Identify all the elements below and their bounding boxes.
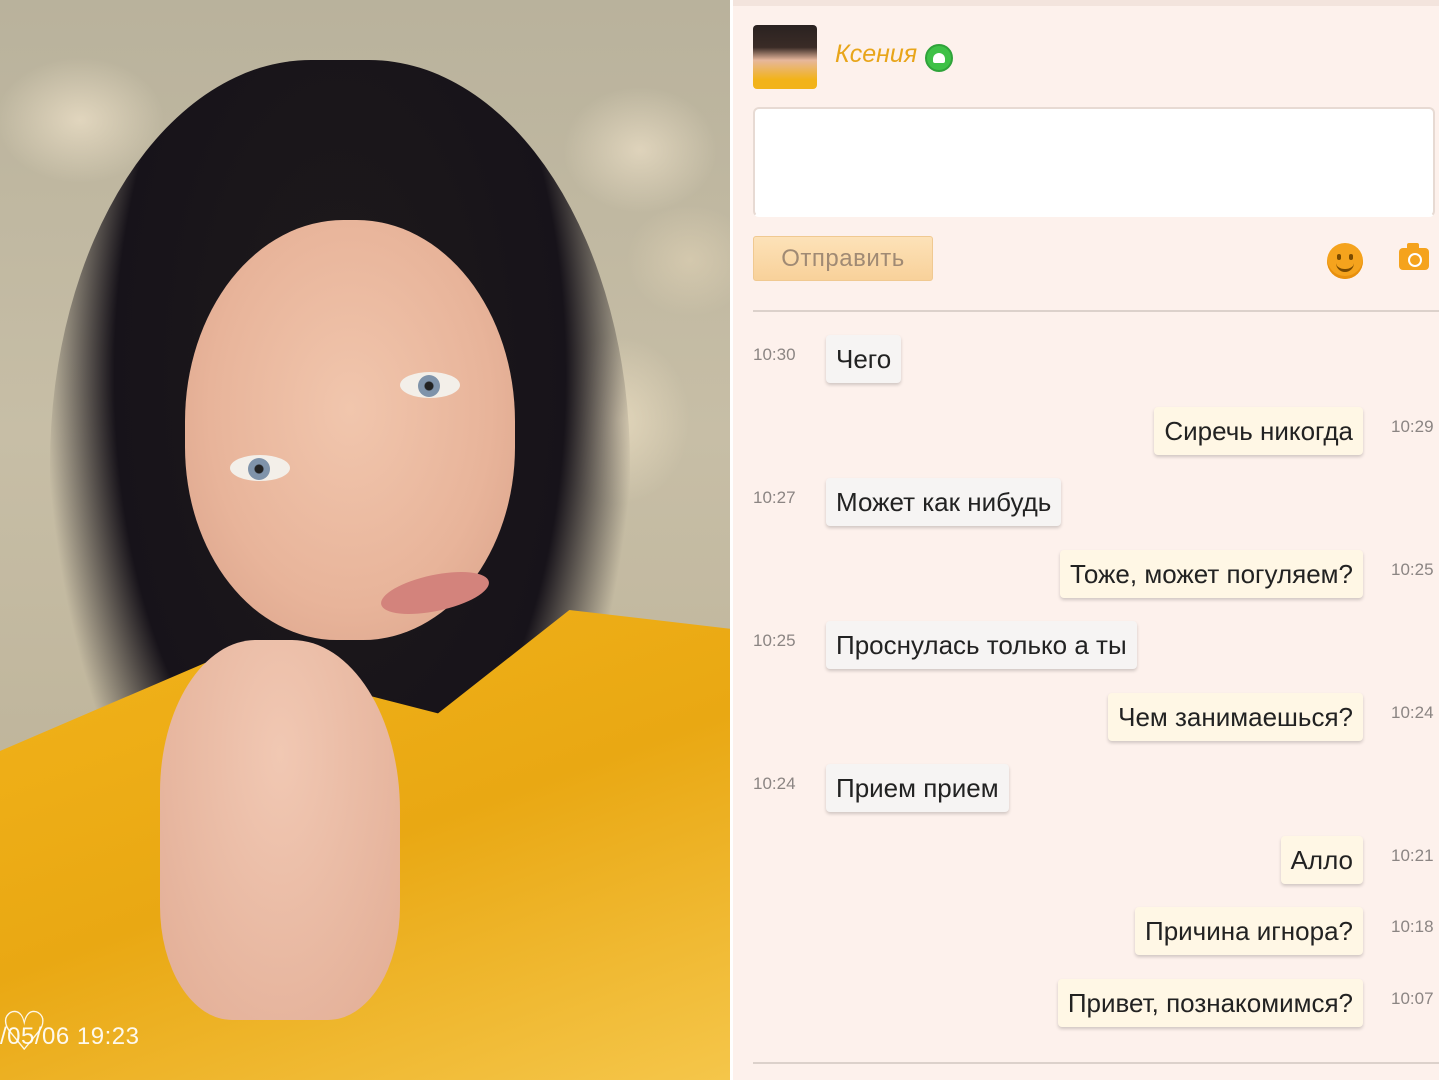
message-time: 10:07 bbox=[1391, 989, 1434, 1008]
outgoing-message[interactable]: Чем занимаешься? bbox=[1108, 693, 1363, 741]
message-row: 10:18 Причина игнора? bbox=[733, 907, 1439, 957]
camera-icon[interactable] bbox=[1399, 243, 1429, 270]
message-time: 10:29 bbox=[1391, 417, 1434, 436]
outgoing-message[interactable]: Сиречь никогда bbox=[1154, 407, 1363, 455]
message-time: 10:25 bbox=[1391, 560, 1434, 579]
message-time: 10:24 bbox=[1391, 703, 1434, 722]
contact-name[interactable]: Ксения bbox=[835, 40, 917, 69]
photo-timestamp: /05/06 19:23 bbox=[0, 1023, 140, 1050]
message-row: 10:07 Привет, познакомимся? bbox=[733, 979, 1439, 1029]
message-row: 10:27 Может как нибудь bbox=[733, 478, 1439, 528]
android-icon bbox=[925, 44, 953, 72]
outgoing-message[interactable]: Тоже, может погуляем? bbox=[1060, 550, 1363, 598]
message-row: 10:24 Чем занимаешься? bbox=[733, 693, 1439, 743]
message-time: 10:21 bbox=[1391, 846, 1434, 865]
contact-avatar[interactable] bbox=[753, 25, 817, 89]
divider bbox=[753, 1062, 1439, 1064]
outgoing-message[interactable]: Причина игнора? bbox=[1135, 907, 1363, 955]
outgoing-message[interactable]: Алло bbox=[1280, 836, 1363, 884]
message-time: 10:18 bbox=[1391, 917, 1434, 936]
divider bbox=[753, 310, 1439, 312]
send-button[interactable]: Отправить bbox=[753, 236, 933, 281]
outgoing-message[interactable]: Привет, познакомимся? bbox=[1057, 979, 1363, 1027]
message-row: 10:25 Проснулась только а ты bbox=[733, 621, 1439, 671]
incoming-message[interactable]: Прием прием bbox=[826, 764, 1009, 812]
message-row: 10:21 Алло bbox=[733, 836, 1439, 886]
profile-photo[interactable]: ♡ /05/06 19:23 bbox=[0, 0, 730, 1080]
incoming-message[interactable]: Проснулась только а ты bbox=[826, 621, 1137, 669]
message-row: 10:24 Прием прием bbox=[733, 764, 1439, 814]
message-input[interactable] bbox=[753, 107, 1435, 217]
smiley-icon[interactable] bbox=[1327, 243, 1363, 279]
message-time: 10:24 bbox=[753, 774, 796, 793]
message-time: 10:27 bbox=[753, 488, 796, 507]
chat-top-border bbox=[733, 0, 1439, 6]
message-row: 10:29 Сиречь никогда bbox=[733, 407, 1439, 457]
photo-eye-right bbox=[400, 372, 460, 398]
chat-panel: Ксения Отправить 10:30 Чего 10:29 Сиречь ни… bbox=[733, 0, 1439, 1080]
message-time: 10:25 bbox=[753, 631, 796, 650]
message-time: 10:30 bbox=[753, 345, 796, 364]
incoming-message[interactable]: Чего bbox=[826, 335, 902, 383]
photo-hand bbox=[160, 640, 400, 1020]
incoming-message[interactable]: Может как нибудь bbox=[826, 478, 1062, 526]
message-row: 10:30 Чего bbox=[733, 335, 1439, 385]
photo-eye-left bbox=[230, 455, 290, 481]
message-row: 10:25 Тоже, может погуляем? bbox=[733, 550, 1439, 600]
